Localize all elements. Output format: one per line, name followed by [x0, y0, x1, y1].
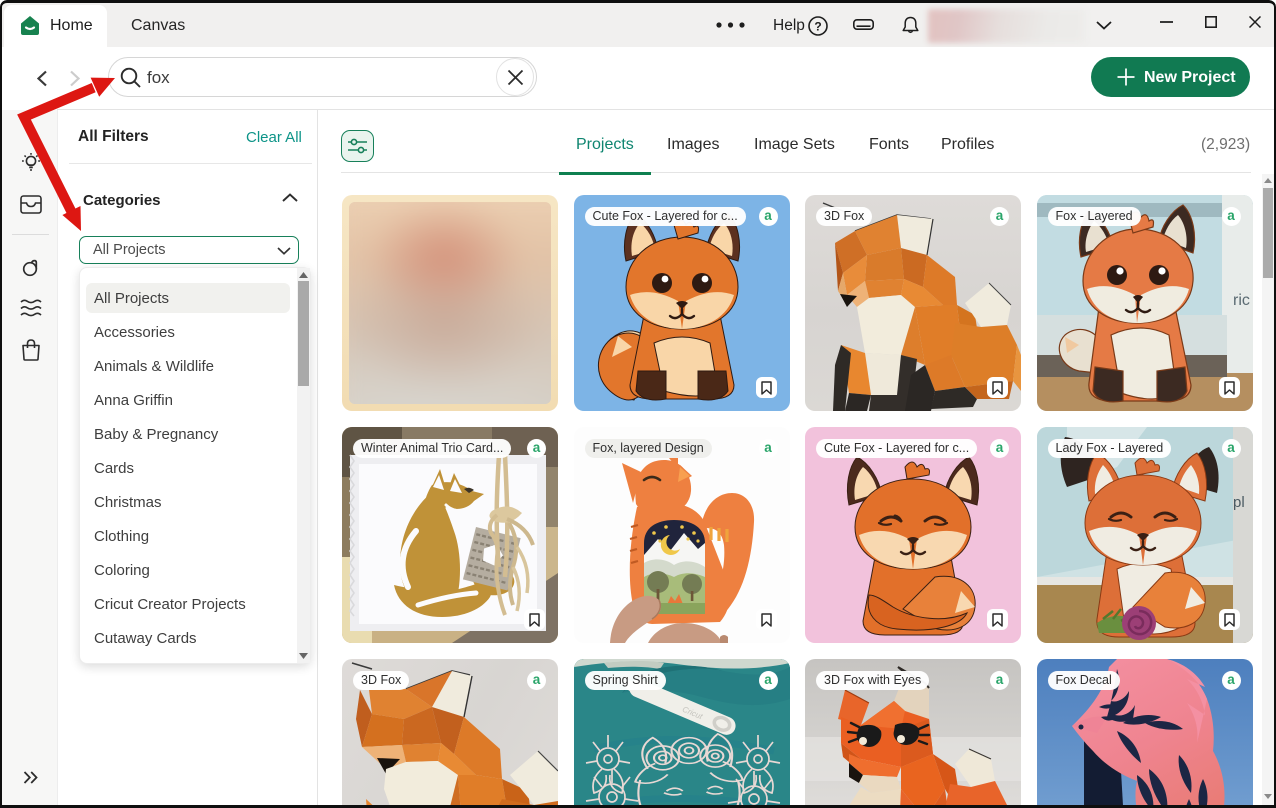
svg-text:ric: ric [1233, 292, 1250, 309]
svg-text:pl: pl [1233, 494, 1245, 511]
